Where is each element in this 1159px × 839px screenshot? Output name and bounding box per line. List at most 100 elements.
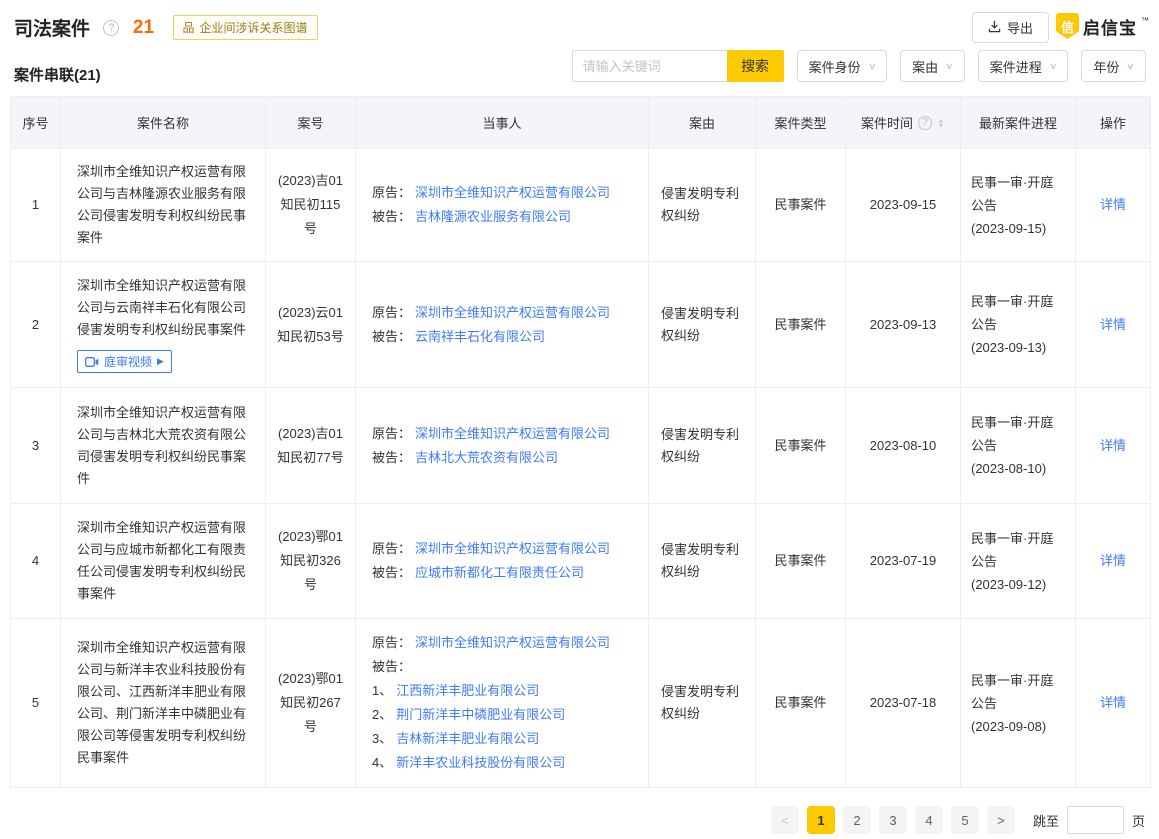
page-title: 司法案件 bbox=[14, 14, 90, 41]
progress-date: (2023-09-08) bbox=[971, 715, 1065, 738]
section-row: 案件串联(21) 搜索 案件身份 ∨ 案由 ∨ 案件进程 ∨ 年份 ∨ bbox=[0, 46, 1159, 96]
defendant-link[interactable]: 吉林隆源农业服务有限公司 bbox=[415, 209, 571, 224]
col-header-case-name: 案件名称 bbox=[61, 97, 266, 149]
filter-year-label: 年份 bbox=[1093, 57, 1119, 76]
filter-case-role[interactable]: 案件身份 ∨ bbox=[797, 50, 888, 82]
defendant-link[interactable]: 江西新洋丰肥业有限公司 bbox=[396, 683, 539, 698]
brand-name: 启信宝 bbox=[1083, 14, 1137, 39]
next-page-button[interactable]: > bbox=[987, 806, 1015, 834]
progress-text: 民事一审·开庭公告 bbox=[971, 411, 1065, 457]
filter-progress[interactable]: 案件进程 ∨ bbox=[978, 50, 1069, 82]
court-video-label: 庭审视频 bbox=[104, 353, 152, 370]
case-name: 深圳市全维知识产权运营有限公司与吉林北大荒农资有限公司侵害发明专利权纠纷民事案件 bbox=[61, 388, 266, 504]
plaintiff-link[interactable]: 深圳市全维知识产权运营有限公司 bbox=[415, 426, 610, 441]
col-header-case-type: 案件类型 bbox=[756, 97, 846, 149]
progress-text: 民事一审·开庭公告 bbox=[971, 290, 1065, 336]
brand-trademark: ™ bbox=[1141, 16, 1149, 25]
video-camera-icon bbox=[85, 357, 99, 367]
top-bar: 司法案件 ? 21 品 企业间涉诉关系图谱 导出 信 启信宝 ™ bbox=[0, 0, 1159, 46]
download-icon bbox=[988, 20, 1001, 36]
defendant-label: 被告： bbox=[372, 329, 411, 344]
detail-link[interactable]: 详情 bbox=[1100, 438, 1126, 453]
progress-text: 民事一审·开庭公告 bbox=[971, 171, 1065, 217]
search-button[interactable]: 搜索 bbox=[727, 50, 784, 82]
plaintiff-link[interactable]: 深圳市全维知识产权运营有限公司 bbox=[415, 305, 610, 320]
parties-cell: 原告：深圳市全维知识产权运营有限公司 被告：云南祥丰石化有限公司 bbox=[356, 262, 649, 388]
case-count: 21 bbox=[133, 17, 154, 39]
col-header-action: 操作 bbox=[1076, 97, 1151, 149]
defendant-link[interactable]: 云南祥丰石化有限公司 bbox=[415, 329, 545, 344]
case-number: (2023)鄂01知民初326号 bbox=[266, 504, 356, 619]
page-button-2[interactable]: 2 bbox=[843, 806, 871, 834]
case-name: 深圳市全维知识产权运营有限公司与吉林隆源农业服务有限公司侵害发明专利权纠纷民事案… bbox=[61, 149, 266, 262]
plaintiff-link[interactable]: 深圳市全维知识产权运营有限公司 bbox=[415, 541, 610, 556]
help-question-icon[interactable]: ? bbox=[103, 20, 119, 36]
latest-progress: 民事一审·开庭公告 (2023-09-15) bbox=[961, 149, 1076, 262]
defendant-link[interactable]: 新洋丰农业科技股份有限公司 bbox=[396, 755, 565, 770]
table-row: 2 深圳市全维知识产权运营有限公司与云南祥丰石化有限公司侵害发明专利权纠纷民事案… bbox=[11, 262, 1151, 388]
table-header-row: 序号 案件名称 案号 当事人 案由 案件类型 案件时间 ? ▲ ▼ 最新案件进程… bbox=[11, 97, 1151, 149]
sort-toggle[interactable]: ▲ ▼ bbox=[937, 118, 945, 128]
case-date: 2023-09-15 bbox=[846, 149, 961, 262]
col-header-parties: 当事人 bbox=[356, 97, 649, 149]
chevron-down-icon: ∨ bbox=[1126, 61, 1135, 72]
case-date: 2023-08-10 bbox=[846, 388, 961, 504]
row-index: 5 bbox=[11, 619, 61, 788]
jump-page-input[interactable] bbox=[1067, 806, 1124, 834]
chevron-down-icon: ∨ bbox=[1048, 61, 1057, 72]
page-button-4[interactable]: 4 bbox=[915, 806, 943, 834]
case-date: 2023-09-13 bbox=[846, 262, 961, 388]
parties-cell: 原告：深圳市全维知识产权运营有限公司 被告：吉林隆源农业服务有限公司 bbox=[356, 149, 649, 262]
case-date: 2023-07-18 bbox=[846, 619, 961, 788]
case-cause: 侵害发明专利权纠纷 bbox=[649, 388, 756, 504]
export-button[interactable]: 导出 bbox=[972, 12, 1049, 43]
page-button-3[interactable]: 3 bbox=[879, 806, 907, 834]
defendant-label: 被告： bbox=[372, 659, 411, 674]
filter-progress-label: 案件进程 bbox=[990, 57, 1042, 76]
jump-to-label: 跳至 bbox=[1033, 811, 1059, 830]
filter-year[interactable]: 年份 ∨ bbox=[1081, 50, 1146, 82]
detail-link[interactable]: 详情 bbox=[1100, 695, 1126, 710]
filter-cause-label: 案由 bbox=[912, 57, 938, 76]
litigation-graph-button[interactable]: 品 企业间涉诉关系图谱 bbox=[173, 15, 318, 40]
defendant-number: 2、 bbox=[372, 707, 392, 722]
plaintiff-link[interactable]: 深圳市全维知识产权运营有限公司 bbox=[415, 635, 610, 650]
detail-link[interactable]: 详情 bbox=[1100, 197, 1126, 212]
prev-page-button[interactable]: < bbox=[771, 806, 799, 834]
court-video-button[interactable]: 庭审视频 ▶ bbox=[77, 350, 172, 373]
page-button-1[interactable]: 1 bbox=[807, 806, 835, 834]
case-date: 2023-07-19 bbox=[846, 504, 961, 619]
case-type: 民事案件 bbox=[756, 619, 846, 788]
filter-case-role-label: 案件身份 bbox=[809, 57, 861, 76]
page-button-5[interactable]: 5 bbox=[951, 806, 979, 834]
detail-link[interactable]: 详情 bbox=[1100, 317, 1126, 332]
case-number: (2023)鄂01知民初267号 bbox=[266, 619, 356, 788]
case-type: 民事案件 bbox=[756, 388, 846, 504]
row-index: 1 bbox=[11, 149, 61, 262]
search-input[interactable] bbox=[572, 50, 727, 82]
plaintiff-label: 原告： bbox=[372, 185, 411, 200]
filter-cause[interactable]: 案由 ∨ bbox=[900, 50, 965, 82]
org-chart-icon: 品 bbox=[183, 19, 195, 36]
case-time-help-icon[interactable]: ? bbox=[918, 116, 932, 130]
case-number: (2023)吉01知民初115号 bbox=[266, 149, 356, 262]
case-type: 民事案件 bbox=[756, 149, 846, 262]
plaintiff-label: 原告： bbox=[372, 426, 411, 441]
progress-date: (2023-09-12) bbox=[971, 573, 1065, 596]
defendant-link[interactable]: 应城市新都化工有限责任公司 bbox=[415, 565, 584, 580]
table-row: 3 深圳市全维知识产权运营有限公司与吉林北大荒农资有限公司侵害发明专利权纠纷民事… bbox=[11, 388, 1151, 504]
defendant-link[interactable]: 吉林新洋丰肥业有限公司 bbox=[396, 731, 539, 746]
defendant-link[interactable]: 荆门新洋丰中磷肥业有限公司 bbox=[396, 707, 565, 722]
case-name: 深圳市全维知识产权运营有限公司与新洋丰农业科技股份有限公司、江西新洋丰肥业有限公… bbox=[61, 619, 266, 788]
detail-link[interactable]: 详情 bbox=[1100, 553, 1126, 568]
defendant-link[interactable]: 吉林北大荒农资有限公司 bbox=[415, 450, 558, 465]
table-row: 5 深圳市全维知识产权运营有限公司与新洋丰农业科技股份有限公司、江西新洋丰肥业有… bbox=[11, 619, 1151, 788]
page-unit-label: 页 bbox=[1132, 811, 1145, 830]
latest-progress: 民事一审·开庭公告 (2023-09-08) bbox=[961, 619, 1076, 788]
plaintiff-link[interactable]: 深圳市全维知识产权运营有限公司 bbox=[415, 185, 610, 200]
search-box: 搜索 bbox=[572, 50, 784, 82]
progress-date: (2023-09-13) bbox=[971, 336, 1065, 359]
row-index: 2 bbox=[11, 262, 61, 388]
case-cause: 侵害发明专利权纠纷 bbox=[649, 504, 756, 619]
defendant-number: 4、 bbox=[372, 755, 392, 770]
